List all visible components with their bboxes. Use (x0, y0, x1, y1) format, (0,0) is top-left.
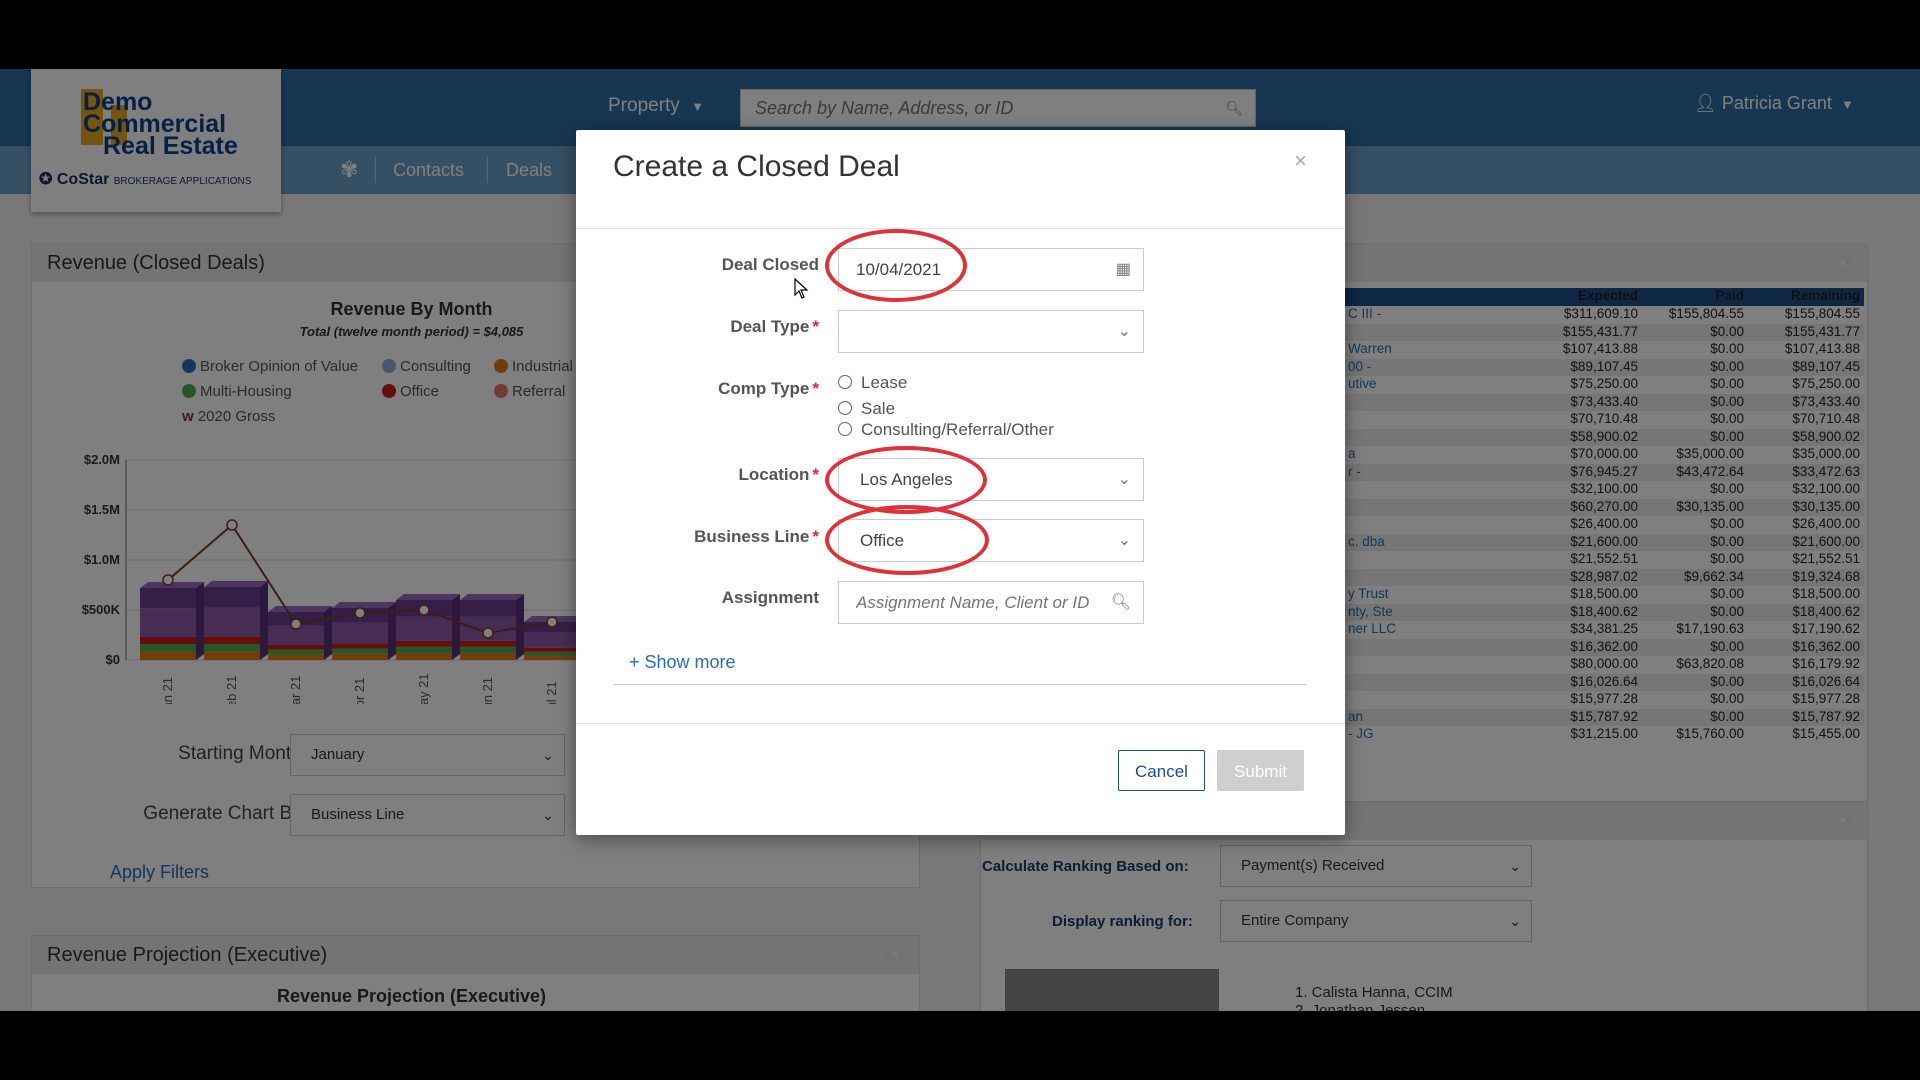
deal-type-select[interactable]: ⌄ (838, 310, 1144, 353)
modal-footer-divider (576, 723, 1345, 724)
deal-type-label: Deal Type * (599, 317, 819, 337)
close-icon[interactable]: × (1294, 148, 1307, 174)
radio-label: Consulting/Referral/Other (861, 420, 1054, 439)
comp-type-radio-sale[interactable]: Sale (838, 399, 895, 419)
calendar-icon[interactable]: ▦ (1116, 249, 1131, 290)
assignment-field: 🔍︎ (838, 581, 1144, 624)
location-value: Los Angeles (860, 470, 953, 489)
search-icon[interactable]: 🔍︎ (1111, 582, 1131, 623)
required-mark: * (812, 317, 819, 336)
business-line-label: Business Line * (599, 527, 819, 547)
comp-type-label-text: Comp Type (718, 379, 810, 398)
comp-type-radio-lease[interactable]: Lease (838, 373, 907, 393)
deal-closed-label-text: Deal Closed (721, 255, 819, 274)
assignment-label: Assignment (599, 588, 819, 608)
radio-button[interactable] (838, 375, 852, 389)
modal-title: Create a Closed Deal (613, 150, 900, 183)
deal-closed-label: Deal Closed (599, 255, 819, 275)
required-mark: * (812, 465, 819, 484)
show-more-link[interactable]: + Show more (629, 652, 736, 673)
form-divider (613, 684, 1307, 685)
assignment-label-text: Assignment (721, 588, 819, 607)
radio-button[interactable] (838, 401, 852, 415)
radio-button[interactable] (838, 422, 852, 436)
assignment-input[interactable] (856, 593, 1096, 613)
chevron-down-icon: ⌄ (1117, 323, 1131, 340)
business-line-label-text: Business Line (694, 527, 810, 546)
create-closed-deal-modal: Create a Closed Deal × Deal Closed 10/04… (576, 130, 1345, 835)
chevron-down-icon: ⌄ (1117, 471, 1131, 488)
chevron-down-icon: ⌄ (1117, 532, 1131, 549)
deal-closed-value: 10/04/2021 (856, 260, 942, 279)
submit-button[interactable]: Submit (1217, 750, 1304, 791)
location-label-text: Location (738, 465, 810, 484)
required-mark: * (812, 379, 819, 398)
location-select[interactable]: Los Angeles ⌄ (838, 458, 1144, 501)
modal-header-divider (576, 228, 1345, 229)
required-mark: * (812, 527, 819, 546)
deal-type-label-text: Deal Type (730, 317, 810, 336)
comp-type-radio-consulting[interactable]: Consulting/Referral/Other (838, 420, 1054, 440)
location-label: Location * (599, 465, 819, 485)
deal-closed-date-input[interactable]: 10/04/2021 ▦ (838, 248, 1144, 291)
mouse-cursor-icon (794, 278, 809, 299)
business-line-select[interactable]: Office ⌄ (838, 519, 1144, 562)
business-line-value: Office (860, 531, 905, 550)
comp-type-label: Comp Type * (599, 379, 819, 399)
radio-label: Sale (861, 399, 896, 418)
cancel-button[interactable]: Cancel (1118, 750, 1205, 791)
radio-label: Lease (861, 373, 908, 392)
